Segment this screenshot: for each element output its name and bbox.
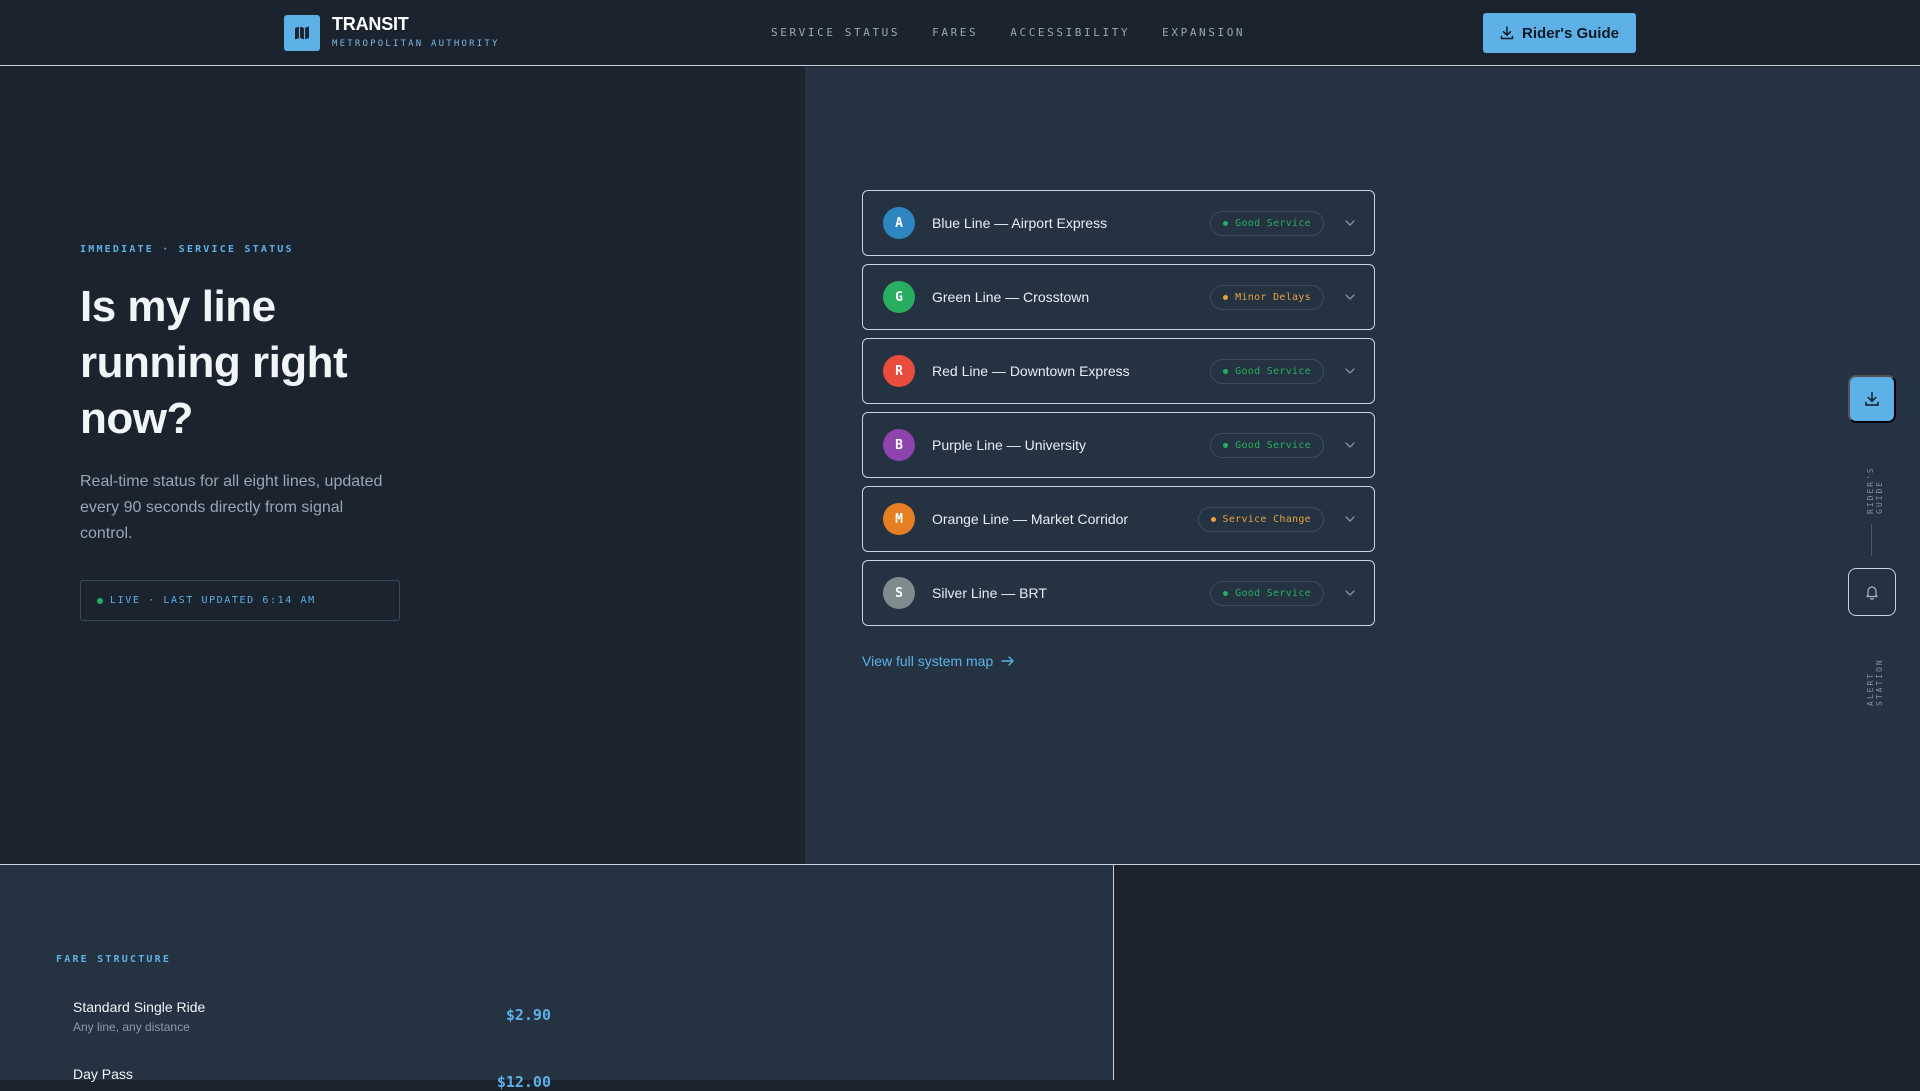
nav-link-expansion[interactable]: EXPANSION: [1162, 26, 1245, 39]
alert-station-rail-label: ALERT STATION: [1866, 658, 1884, 706]
brand[interactable]: TRANSIT METROPOLITAN AUTHORITY: [284, 14, 500, 51]
fare-price: $12.00: [496, 1073, 551, 1091]
line-badge: G: [883, 281, 915, 313]
status-text: Service Change: [1222, 514, 1311, 525]
status-dot-icon: [1223, 295, 1229, 300]
live-status-indicator: LIVE · LAST UPDATED 6:14 AM: [80, 580, 400, 621]
line-badge: M: [883, 503, 915, 535]
status-badge: Minor Delays: [1210, 285, 1324, 310]
section-kicker: IMMEDIATE · SERVICE STATUS: [80, 244, 294, 255]
status-badge: Good Service: [1210, 211, 1324, 236]
nav-link-service-status[interactable]: SERVICE STATUS: [771, 26, 900, 39]
live-dot-icon: [97, 597, 103, 604]
status-dot-icon: [1210, 517, 1216, 522]
riders-guide-rail-button[interactable]: [1848, 375, 1896, 423]
map-icon: [284, 15, 320, 51]
status-dot-icon: [1223, 591, 1229, 596]
nav-link-accessibility[interactable]: ACCESSIBILITY: [1010, 26, 1130, 39]
status-text: Good Service: [1235, 366, 1311, 377]
view-system-map-link[interactable]: View full system map: [862, 653, 1015, 669]
line-name: Orange Line — Market Corridor: [932, 511, 1129, 527]
download-icon: [1500, 26, 1514, 40]
bell-icon: [1866, 586, 1878, 600]
line-status-row[interactable]: R Red Line — Downtown Express Good Servi…: [862, 338, 1375, 404]
page-title: Is my line running right now?: [80, 282, 348, 443]
status-badge: Good Service: [1210, 359, 1324, 384]
line-badge: R: [883, 355, 915, 387]
line-badge: S: [883, 577, 915, 609]
top-navigation-bar: TRANSIT METROPOLITAN AUTHORITY SERVICE S…: [0, 0, 1920, 66]
fare-price: $2.90: [505, 1006, 551, 1024]
live-status-text: LIVE · LAST UPDATED 6:14 AM: [110, 595, 316, 606]
fare-note: Any line, any distance: [73, 1020, 190, 1034]
status-dot-icon: [1223, 369, 1229, 374]
line-status-row[interactable]: S Silver Line — BRT Good Service: [862, 560, 1375, 626]
fare-item: Standard Single Ride Any line, any dista…: [73, 999, 551, 1034]
main-nav: SERVICE STATUS FARES ACCESSIBILITY EXPAN…: [771, 26, 1245, 39]
view-system-map-label: View full system map: [862, 653, 994, 669]
status-badge: Good Service: [1210, 433, 1324, 458]
arrow-right-icon: [1001, 656, 1014, 666]
status-badge: Service Change: [1197, 507, 1324, 532]
line-status-row[interactable]: B Purple Line — University Good Service: [862, 412, 1375, 478]
status-text: Minor Delays: [1235, 292, 1311, 303]
chevron-down-icon[interactable]: [1344, 587, 1356, 599]
chevron-down-icon[interactable]: [1344, 217, 1356, 229]
riders-guide-rail-label: RIDER'S GUIDE: [1866, 466, 1884, 514]
line-badge: A: [883, 207, 915, 239]
chevron-down-icon[interactable]: [1344, 365, 1356, 377]
line-status-list: A Blue Line — Airport Express Good Servi…: [862, 190, 1375, 634]
chevron-down-icon[interactable]: [1344, 439, 1356, 451]
brand-subtitle: METROPOLITAN AUTHORITY: [332, 39, 500, 49]
service-status-intro: IMMEDIATE · SERVICE STATUS Is my line ru…: [0, 67, 805, 864]
hero-description: Real-time status for all eight lines, up…: [80, 473, 383, 542]
fare-structure-section: FARE STRUCTURE Standard Single Ride Any …: [0, 865, 1114, 1091]
status-dot-icon: [1223, 443, 1229, 448]
status-dot-icon: [1223, 221, 1229, 226]
status-text: Good Service: [1235, 440, 1311, 451]
status-text: Good Service: [1235, 218, 1311, 229]
status-badge: Good Service: [1210, 581, 1324, 606]
line-status-row[interactable]: M Orange Line — Market Corridor Service …: [862, 486, 1375, 552]
fare-name: Standard Single Ride: [73, 999, 206, 1015]
riders-guide-label: Rider's Guide: [1522, 24, 1619, 42]
line-name: Blue Line — Airport Express: [932, 215, 1108, 231]
line-status-row[interactable]: G Green Line — Crosstown Minor Delays: [862, 264, 1375, 330]
nav-link-fares[interactable]: FARES: [932, 26, 978, 39]
secondary-panel: [1115, 865, 1920, 1080]
line-name: Purple Line — University: [932, 437, 1087, 453]
rail-divider: [1871, 524, 1872, 556]
brand-name: TRANSIT: [332, 14, 409, 34]
line-name: Red Line — Downtown Express: [932, 363, 1130, 379]
line-status-row[interactable]: A Blue Line — Airport Express Good Servi…: [862, 190, 1375, 256]
alert-station-rail-button[interactable]: [1848, 568, 1896, 616]
fare-kicker: FARE STRUCTURE: [56, 954, 172, 965]
line-badge: B: [883, 429, 915, 461]
chevron-down-icon[interactable]: [1344, 291, 1356, 303]
line-status-panel: A Blue Line — Airport Express Good Servi…: [805, 67, 1920, 864]
chevron-down-icon[interactable]: [1344, 513, 1356, 525]
download-icon: [1865, 391, 1879, 406]
line-name: Green Line — Crosstown: [932, 289, 1090, 305]
riders-guide-button[interactable]: Rider's Guide: [1483, 13, 1636, 53]
line-name: Silver Line — BRT: [932, 585, 1047, 601]
status-text: Good Service: [1235, 588, 1311, 599]
